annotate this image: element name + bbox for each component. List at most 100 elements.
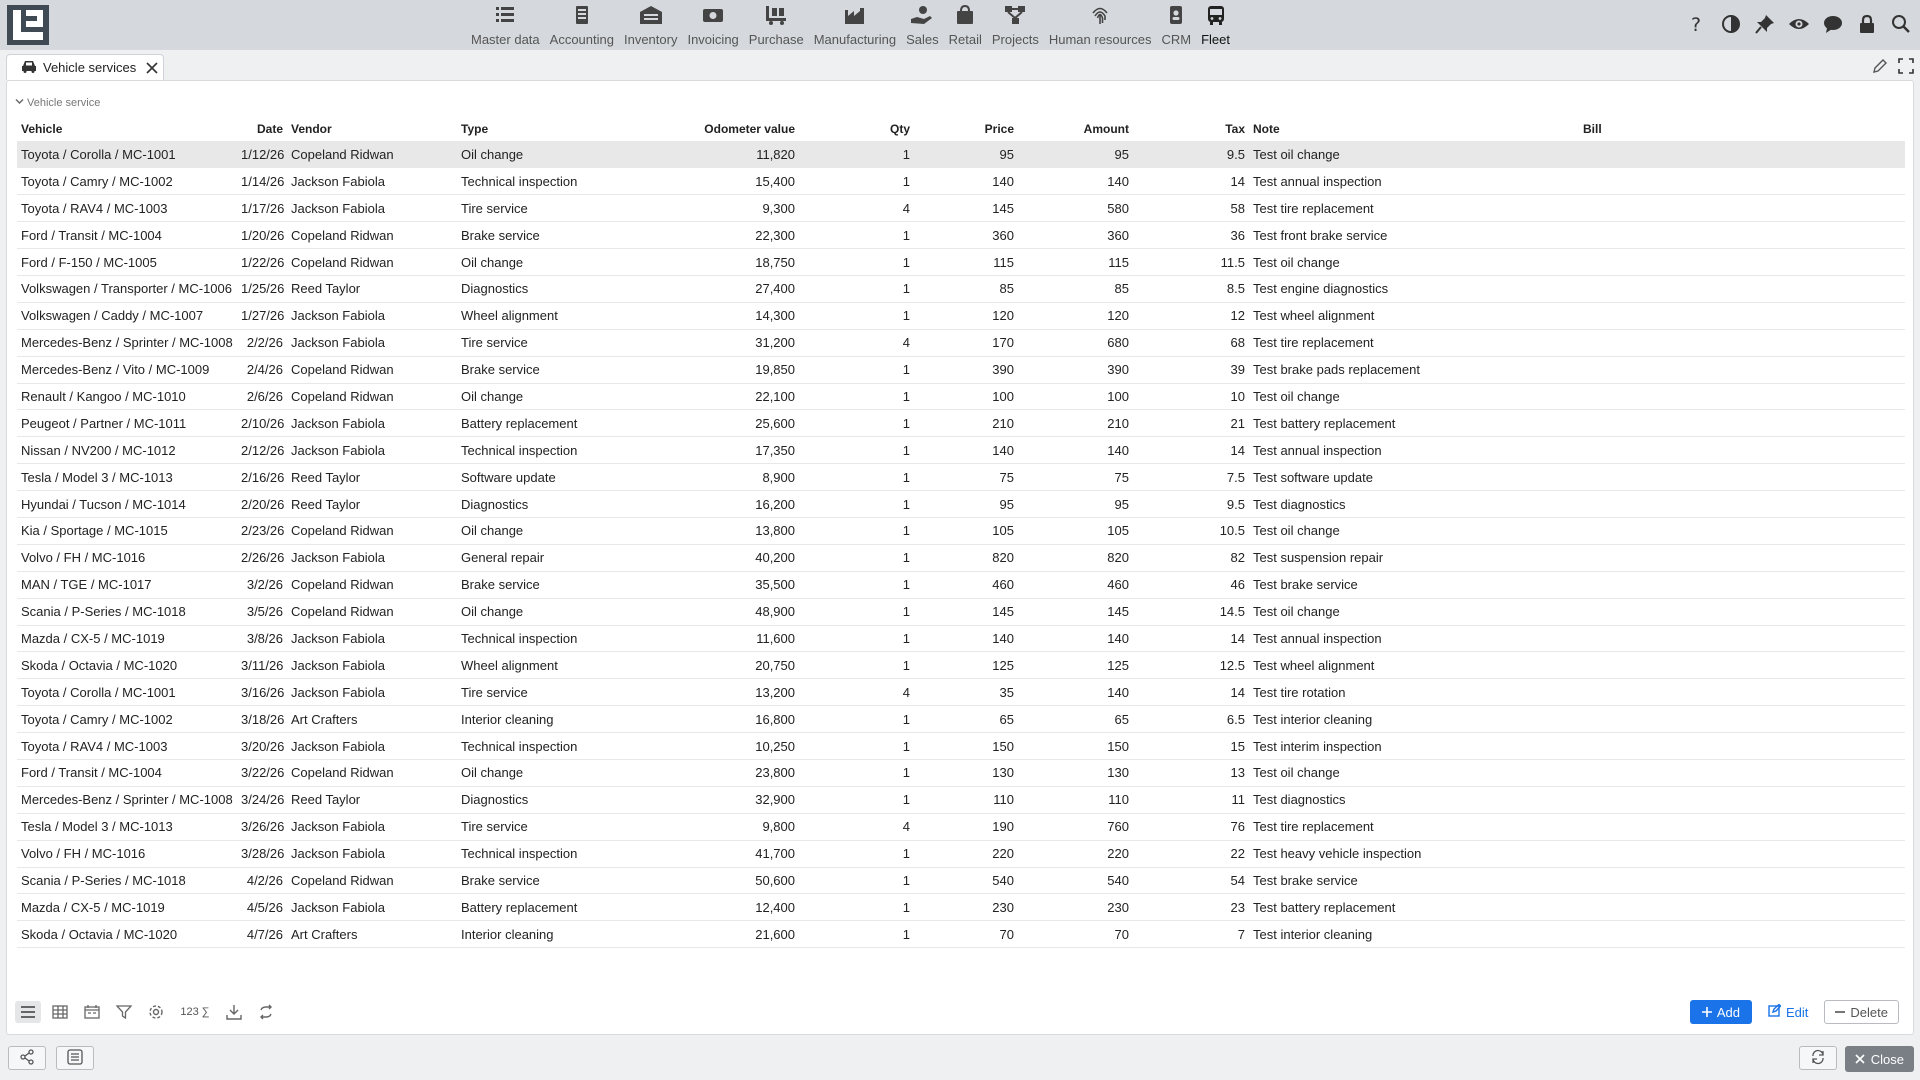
- table-row[interactable]: Toyota / RAV4 / MC-1003 3/20/26 Jackson Fa…: [17, 732, 1905, 760]
- table-row[interactable]: Toyota / Corolla / MC-1001 3/16/26 Jackson…: [17, 678, 1905, 707]
- delete-button[interactable]: Delete: [1824, 1000, 1899, 1024]
- pin-icon[interactable]: [1754, 12, 1776, 36]
- grid-view-icon[interactable]: [47, 1001, 73, 1023]
- fullscreen-icon[interactable]: [1898, 58, 1914, 77]
- table-row[interactable]: Mercedes-Benz / Sprinter / MC-1008 3/24/2…: [17, 786, 1905, 814]
- module-master-data[interactable]: Master data: [466, 0, 545, 47]
- cell-bill: [1579, 705, 1905, 734]
- download-icon[interactable]: [221, 1001, 247, 1023]
- table-row[interactable]: Toyota / Camry / MC-1002 3/18/26 Art Craft…: [17, 705, 1905, 734]
- module-sales[interactable]: Sales: [901, 0, 944, 47]
- table-row[interactable]: Peugeot / Partner / MC-1011 2/10/26 Jackso…: [17, 409, 1905, 438]
- cell-amount: 115: [1018, 248, 1133, 276]
- module-crm[interactable]: CRM: [1156, 0, 1196, 47]
- pencil-icon[interactable]: [1872, 58, 1888, 77]
- table-row[interactable]: Hyundai / Tucson / MC-1014 2/20/26 Reed Ta…: [17, 490, 1905, 518]
- module-human-resources[interactable]: Human resources: [1044, 0, 1157, 47]
- table-row[interactable]: Volvo / FH / MC-1016 2/26/26 Jackson Fabio…: [17, 544, 1905, 572]
- column-header-amount[interactable]: Amount: [1018, 117, 1133, 141]
- cell-vehicle: Skoda / Octavia / MC-1020: [17, 920, 237, 949]
- options-button[interactable]: [56, 1046, 94, 1070]
- table-row[interactable]: Scania / P-Series / MC-1018 3/5/26 Copelan…: [17, 598, 1905, 626]
- cell-bill: [1579, 221, 1905, 250]
- list-view-icon[interactable]: [15, 1001, 41, 1023]
- sum-toggle[interactable]: 123 ∑: [175, 1001, 215, 1023]
- cell-odometer: 22,100: [597, 383, 799, 411]
- calendar-view-icon[interactable]: [79, 1001, 105, 1023]
- share-button[interactable]: [8, 1046, 46, 1070]
- module-label: Human resources: [1048, 32, 1152, 47]
- reload-button[interactable]: [1798, 1046, 1837, 1070]
- cell-vehicle: Renault / Kangoo / MC-1010: [17, 383, 237, 411]
- table-row[interactable]: Toyota / RAV4 / MC-1003 1/17/26 Jackson Fa…: [17, 194, 1905, 223]
- table-row[interactable]: Scania / P-Series / MC-1018 4/2/26 Copelan…: [17, 867, 1905, 895]
- cell-type: Oil change: [457, 141, 597, 169]
- table-row[interactable]: Ford / Transit / MC-1004 3/22/26 Copeland …: [17, 759, 1905, 787]
- table-row[interactable]: Mazda / CX-5 / MC-1019 4/5/26 Jackson Fabi…: [17, 893, 1905, 922]
- tab-vehicle-services[interactable]: Vehicle services: [6, 54, 164, 80]
- table-row[interactable]: Tesla / Model 3 / MC-1013 3/26/26 Jackson …: [17, 813, 1905, 841]
- search-icon[interactable]: [1890, 12, 1912, 36]
- add-button[interactable]: Add: [1689, 1000, 1753, 1024]
- table-row[interactable]: Mercedes-Benz / Sprinter / MC-1008 2/2/26…: [17, 329, 1905, 357]
- column-header-vehicle[interactable]: Vehicle: [17, 117, 237, 141]
- table-row[interactable]: Skoda / Octavia / MC-1020 4/7/26 Art Craft…: [17, 920, 1905, 949]
- table-row[interactable]: MAN / TGE / MC-1017 3/2/26 Copeland Ridwan…: [17, 571, 1905, 599]
- cell-vendor: Copeland Ridwan: [287, 356, 457, 384]
- module-manufacturing[interactable]: Manufacturing: [809, 0, 901, 47]
- cell-bill: [1579, 383, 1905, 411]
- table-row[interactable]: Skoda / Octavia / MC-1020 3/11/26 Jackson …: [17, 651, 1905, 680]
- module-accounting[interactable]: Accounting: [545, 0, 619, 47]
- module-projects[interactable]: Projects: [987, 0, 1044, 47]
- chat-icon[interactable]: [1822, 12, 1844, 36]
- module-retail[interactable]: Retail: [944, 0, 987, 47]
- cell-vehicle: Toyota / Corolla / MC-1001: [17, 141, 237, 169]
- module-inventory[interactable]: Inventory: [619, 0, 682, 47]
- cell-bill: [1579, 329, 1905, 357]
- cell-date: 3/26/26: [237, 813, 287, 841]
- settings-icon[interactable]: [143, 1001, 169, 1023]
- cell-note: Test software update: [1249, 463, 1579, 492]
- table-row[interactable]: Mercedes-Benz / Vito / MC-1009 2/4/26 Cope…: [17, 356, 1905, 384]
- cell-qty: 1: [799, 248, 914, 276]
- cell-price: 120: [914, 302, 1018, 330]
- module-fleet[interactable]: Fleet: [1196, 0, 1235, 47]
- column-header-qty[interactable]: Qty: [799, 117, 914, 141]
- contrast-icon[interactable]: [1720, 12, 1742, 36]
- table-row[interactable]: Volvo / FH / MC-1016 3/28/26 Jackson Fabio…: [17, 840, 1905, 868]
- table-row[interactable]: Toyota / Camry / MC-1002 1/14/26 Jackson F…: [17, 167, 1905, 196]
- filter-icon[interactable]: [111, 1001, 137, 1023]
- eye-icon[interactable]: [1788, 12, 1810, 36]
- table-row[interactable]: Nissan / NV200 / MC-1012 2/12/26 Jackson F…: [17, 436, 1905, 465]
- close-icon[interactable]: [146, 61, 158, 74]
- module-purchase[interactable]: Purchase: [744, 0, 809, 47]
- column-header-type[interactable]: Type: [457, 117, 597, 141]
- app-logo[interactable]: [6, 4, 50, 46]
- close-button[interactable]: Close: [1844, 1046, 1914, 1072]
- cell-odometer: 35,500: [597, 571, 799, 599]
- column-header-tax[interactable]: Tax: [1133, 117, 1249, 141]
- lock-icon[interactable]: [1856, 12, 1878, 36]
- column-header-vendor[interactable]: Vendor: [287, 117, 457, 141]
- table-row[interactable]: Mazda / CX-5 / MC-1019 3/8/26 Jackson Fabi…: [17, 625, 1905, 653]
- table-row[interactable]: Volkswagen / Caddy / MC-1007 1/27/26 Jacks…: [17, 302, 1905, 330]
- cell-type: Brake service: [457, 356, 597, 384]
- section-header[interactable]: Vehicle service: [15, 97, 100, 109]
- refresh-icon[interactable]: [253, 1001, 279, 1023]
- table-row[interactable]: Kia / Sportage / MC-1015 2/23/26 Copeland …: [17, 517, 1905, 545]
- cell-bill: [1579, 544, 1905, 572]
- column-header-odometer[interactable]: Odometer value: [597, 117, 799, 141]
- column-header-bill[interactable]: Bill: [1579, 117, 1905, 141]
- column-header-date[interactable]: Date: [237, 117, 287, 141]
- table-row[interactable]: Tesla / Model 3 / MC-1013 2/16/26 Reed Tay…: [17, 463, 1905, 492]
- column-header-note[interactable]: Note: [1249, 117, 1579, 141]
- table-row[interactable]: Ford / Transit / MC-1004 1/20/26 Copeland …: [17, 221, 1905, 250]
- module-invoicing[interactable]: Invoicing: [682, 0, 743, 47]
- column-header-price[interactable]: Price: [914, 117, 1018, 141]
- table-row[interactable]: Renault / Kangoo / MC-1010 2/6/26 Copeland…: [17, 383, 1905, 411]
- table-row[interactable]: Ford / F-150 / MC-1005 1/22/26 Copeland Ri…: [17, 248, 1905, 276]
- table-row[interactable]: Toyota / Corolla / MC-1001 1/12/26 Copelan…: [17, 141, 1905, 169]
- help-icon[interactable]: ?: [1686, 12, 1708, 36]
- table-row[interactable]: Volkswagen / Transporter / MC-1006 1/25/2…: [17, 275, 1905, 303]
- edit-button[interactable]: Edit: [1760, 1000, 1816, 1024]
